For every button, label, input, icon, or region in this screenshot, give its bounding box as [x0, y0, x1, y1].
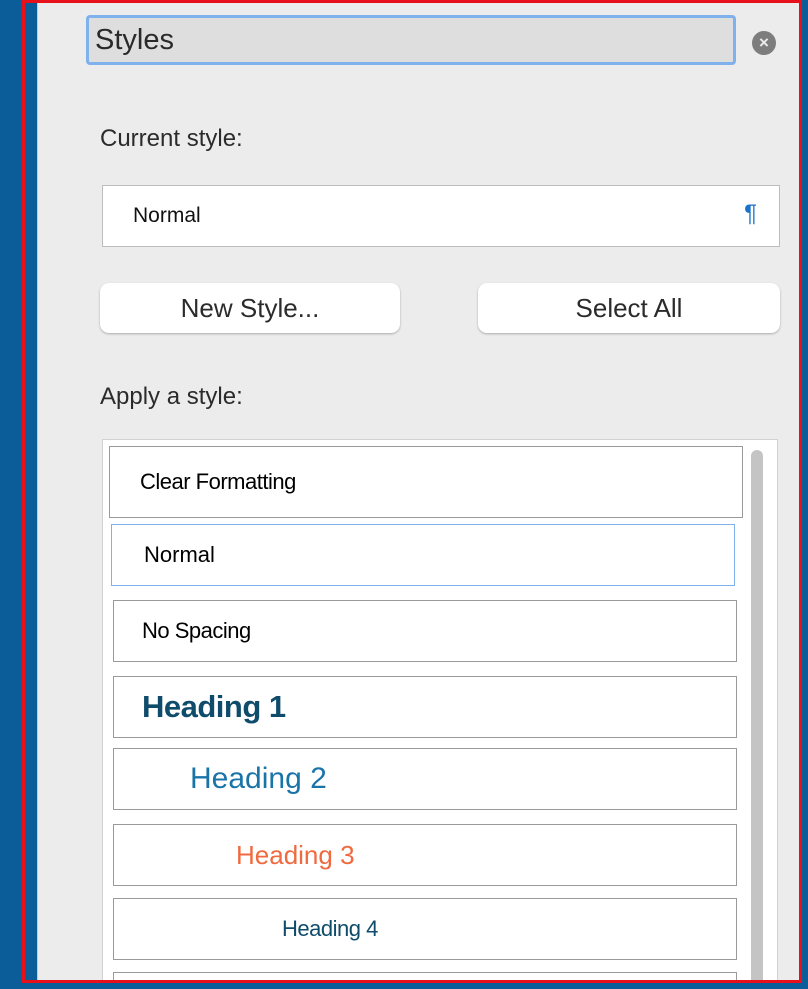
style-item-label: Heading 4	[282, 916, 378, 941]
style-item-label: Normal	[144, 542, 215, 567]
pane-title-field[interactable]: Styles	[86, 15, 736, 65]
style-item-heading-3[interactable]: Heading 3	[113, 824, 737, 886]
style-item-heading-4[interactable]: Heading 4	[113, 898, 737, 960]
style-item-heading-1[interactable]: Heading 1	[113, 676, 737, 738]
new-style-button[interactable]: New Style...	[100, 283, 400, 333]
style-item-partial[interactable]	[113, 972, 737, 980]
paragraph-mark-icon: ¶	[744, 200, 757, 227]
style-item-label: Heading 1	[142, 689, 286, 724]
screenshot-frame: Styles × Current style: Normal ¶ New Sty…	[22, 0, 802, 983]
styles-pane: Styles × Current style: Normal ¶ New Sty…	[37, 3, 799, 980]
style-item-label: No Spacing	[142, 618, 251, 643]
style-item-no-spacing[interactable]: No Spacing	[113, 600, 737, 662]
close-icon[interactable]: ×	[752, 31, 776, 55]
style-item-clear-formatting[interactable]: Clear Formatting	[109, 446, 743, 518]
current-style-value: Normal	[133, 204, 201, 227]
style-list[interactable]: Clear Formatting Normal No Spacing Headi…	[102, 439, 778, 980]
current-style-label: Current style:	[100, 125, 243, 152]
style-list-scrollbar[interactable]	[751, 450, 763, 980]
style-item-normal[interactable]: Normal	[111, 524, 735, 586]
style-item-heading-2[interactable]: Heading 2	[113, 748, 737, 810]
style-item-label: Clear Formatting	[140, 469, 296, 494]
current-style-field[interactable]: Normal ¶	[102, 185, 780, 247]
apply-style-label: Apply a style:	[100, 383, 243, 410]
style-item-label: Heading 3	[236, 839, 355, 870]
style-item-label: Heading 2	[190, 762, 327, 795]
select-all-button[interactable]: Select All	[478, 283, 780, 333]
